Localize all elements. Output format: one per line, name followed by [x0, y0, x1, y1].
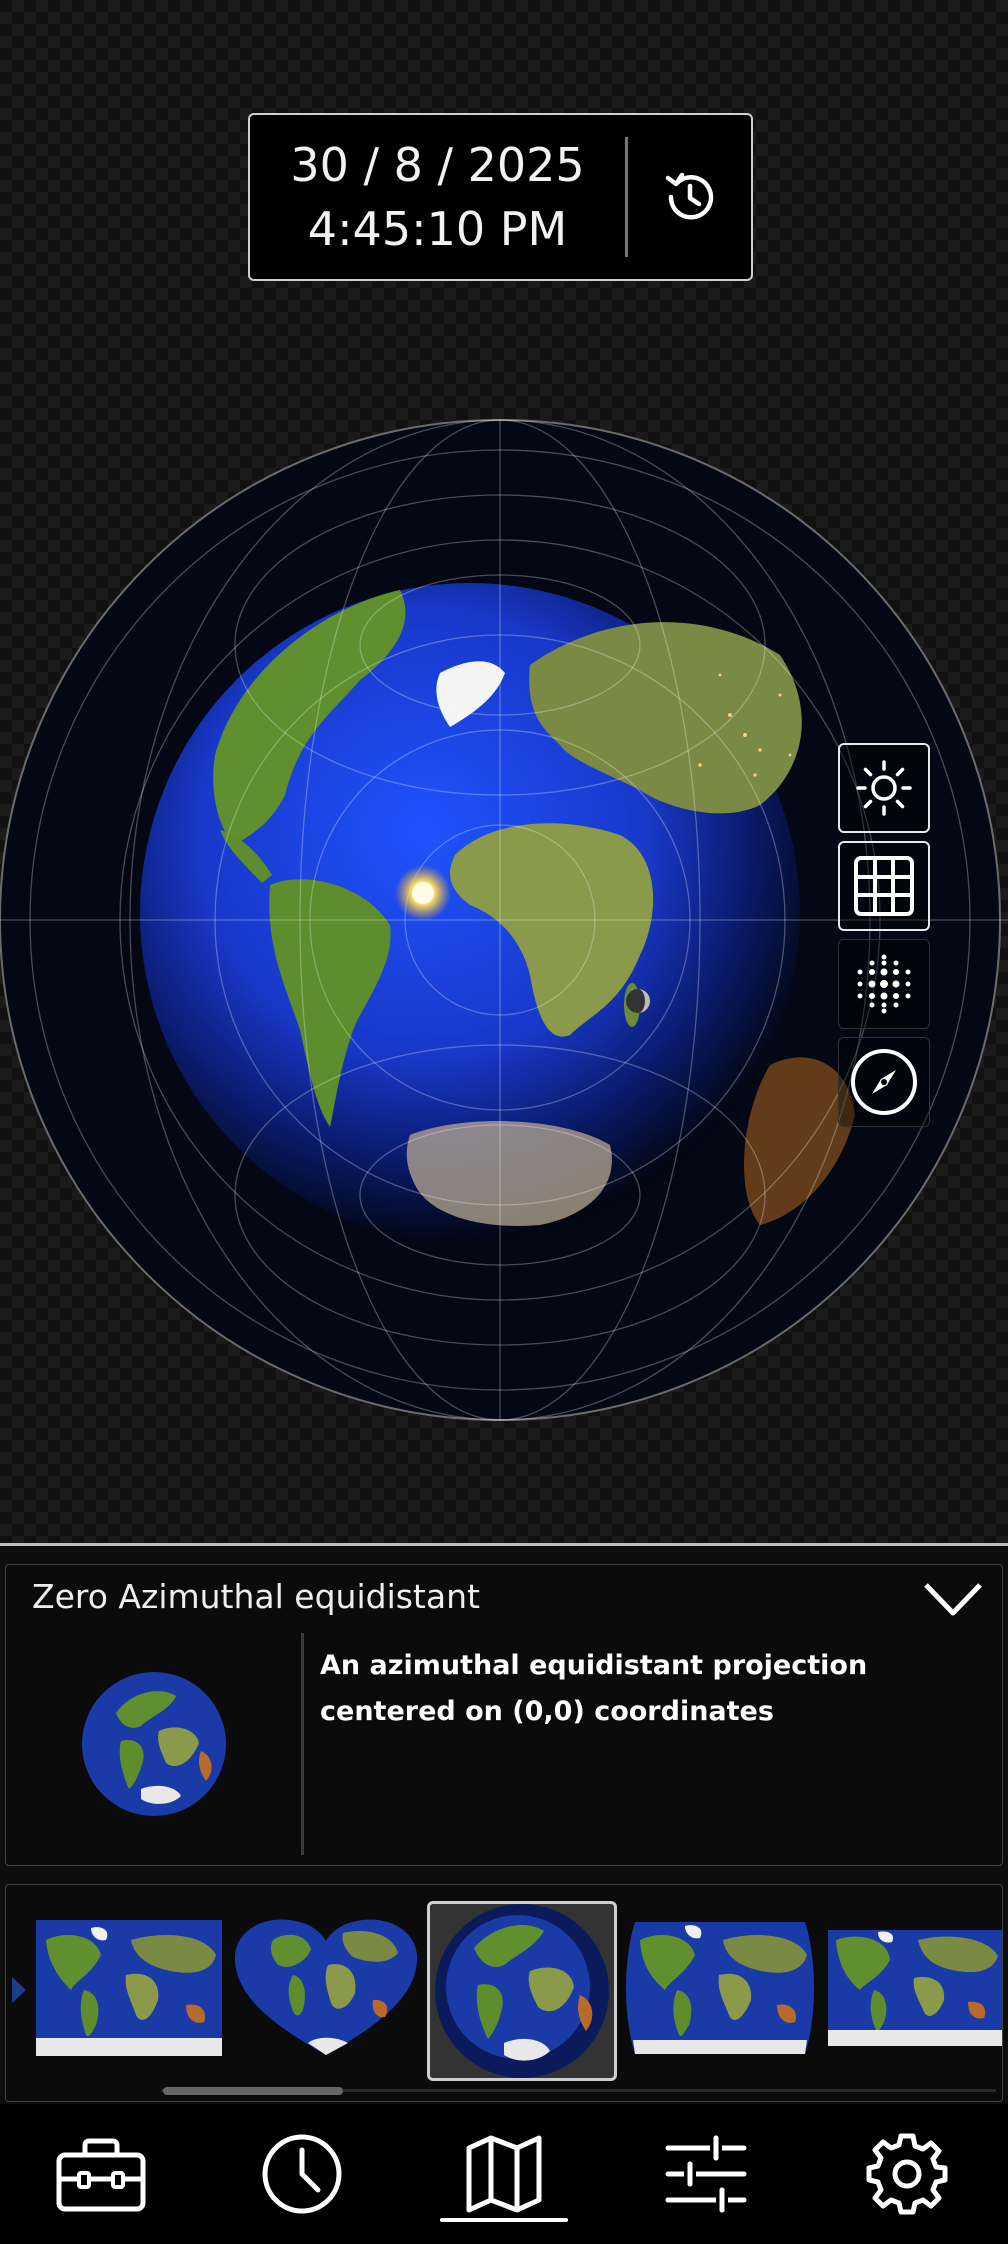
info-divider [301, 1633, 304, 1855]
thumb-zero-azimuthal-equidistant[interactable] [427, 1901, 617, 2081]
bottom-navigation [0, 2104, 1008, 2244]
nav-map[interactable] [403, 2104, 605, 2244]
sun-core [412, 882, 434, 904]
dots-icon [857, 954, 911, 1014]
sun-icon [856, 760, 912, 816]
projection-preview-globe [82, 1672, 226, 1816]
nav-adjustments[interactable] [605, 2104, 807, 2244]
history-button[interactable] [628, 166, 751, 228]
nav-settings[interactable] [806, 2104, 1008, 2244]
date-label: 30 / 8 / 2025 [290, 138, 585, 192]
picker-scrollbar[interactable] [163, 2087, 343, 2095]
projection-info-card: Zero Azimuthal equidistant An azimuthal … [5, 1564, 1003, 1866]
compass-icon [851, 1049, 917, 1115]
equirectangular-thumb [36, 1919, 222, 2056]
time-label: 4:45:10 PM [307, 202, 568, 256]
thumb-robinson[interactable] [625, 1915, 815, 2060]
nav-clock[interactable] [202, 2104, 404, 2244]
datetime-box[interactable]: 30 / 8 / 2025 4:45:10 PM [248, 113, 753, 281]
scroll-left-indicator[interactable] [12, 1977, 26, 2003]
azimuthal-thumb [435, 1904, 609, 2078]
projection-picker[interactable] [5, 1884, 1003, 2102]
dots-layer-button[interactable] [838, 939, 930, 1029]
projection-title: Zero Azimuthal equidistant [32, 1577, 480, 1616]
grid-icon [854, 856, 914, 916]
mercator-thumb [828, 1929, 1002, 2046]
compass-layer-button[interactable] [838, 1037, 930, 1127]
heart-thumb [234, 1919, 418, 2055]
projection-preview [81, 1671, 227, 1821]
nav-toolbox[interactable] [0, 2104, 202, 2244]
toolbox-icon [56, 2138, 146, 2212]
grid-layer-button[interactable] [838, 841, 930, 931]
layer-toggles [838, 743, 934, 1135]
projection-description: An azimuthal equidistant projection cent… [320, 1650, 868, 1727]
history-icon [665, 172, 713, 220]
map-icon [466, 2135, 542, 2213]
clock-icon [262, 2134, 342, 2214]
thumb-equirectangular[interactable] [34, 1915, 224, 2060]
robinson-thumb [626, 1921, 814, 2054]
chevron-down-icon [924, 1583, 982, 1616]
thumb-heart-shaped[interactable] [231, 1915, 421, 2060]
nav-active-indicator [439, 2218, 568, 2222]
sliders-icon [665, 2135, 747, 2213]
datetime-text[interactable]: 30 / 8 / 2025 4:45:10 PM [250, 133, 625, 261]
sun-layer-button[interactable] [838, 743, 930, 833]
thumb-mercator[interactable] [821, 1915, 1002, 2060]
collapse-button[interactable] [922, 1579, 984, 1623]
gear-icon [866, 2133, 948, 2215]
